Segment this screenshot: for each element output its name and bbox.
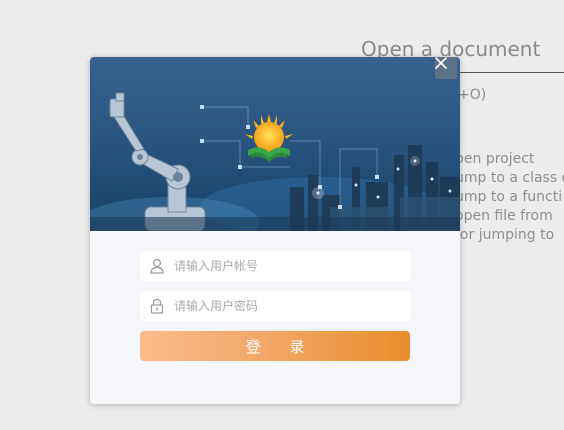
password-field[interactable] bbox=[140, 291, 410, 321]
password-input[interactable] bbox=[174, 291, 400, 321]
background-help-list: pen project ump to a class d ump to a fu… bbox=[455, 150, 564, 245]
user-icon bbox=[150, 258, 164, 274]
background-help-line: ump to a class d bbox=[455, 170, 564, 186]
close-icon bbox=[435, 57, 447, 69]
sun-book-logo bbox=[245, 114, 293, 162]
login-button-label: 登 录 bbox=[245, 337, 317, 356]
background-help-line: open file from bbox=[455, 208, 553, 224]
background-help-line: for jumping to bbox=[455, 227, 555, 243]
username-field[interactable] bbox=[140, 251, 410, 281]
close-button[interactable] bbox=[435, 57, 457, 79]
username-input[interactable] bbox=[174, 251, 400, 281]
login-dialog: 登 录 bbox=[90, 57, 460, 404]
background-shortcut-hint: +O) bbox=[458, 87, 487, 103]
login-button[interactable]: 登 录 bbox=[140, 331, 410, 361]
background-help-line: ump to a functi bbox=[455, 189, 563, 205]
background-help-line: pen project bbox=[455, 151, 535, 167]
login-banner bbox=[90, 57, 460, 231]
lock-icon bbox=[150, 298, 164, 314]
